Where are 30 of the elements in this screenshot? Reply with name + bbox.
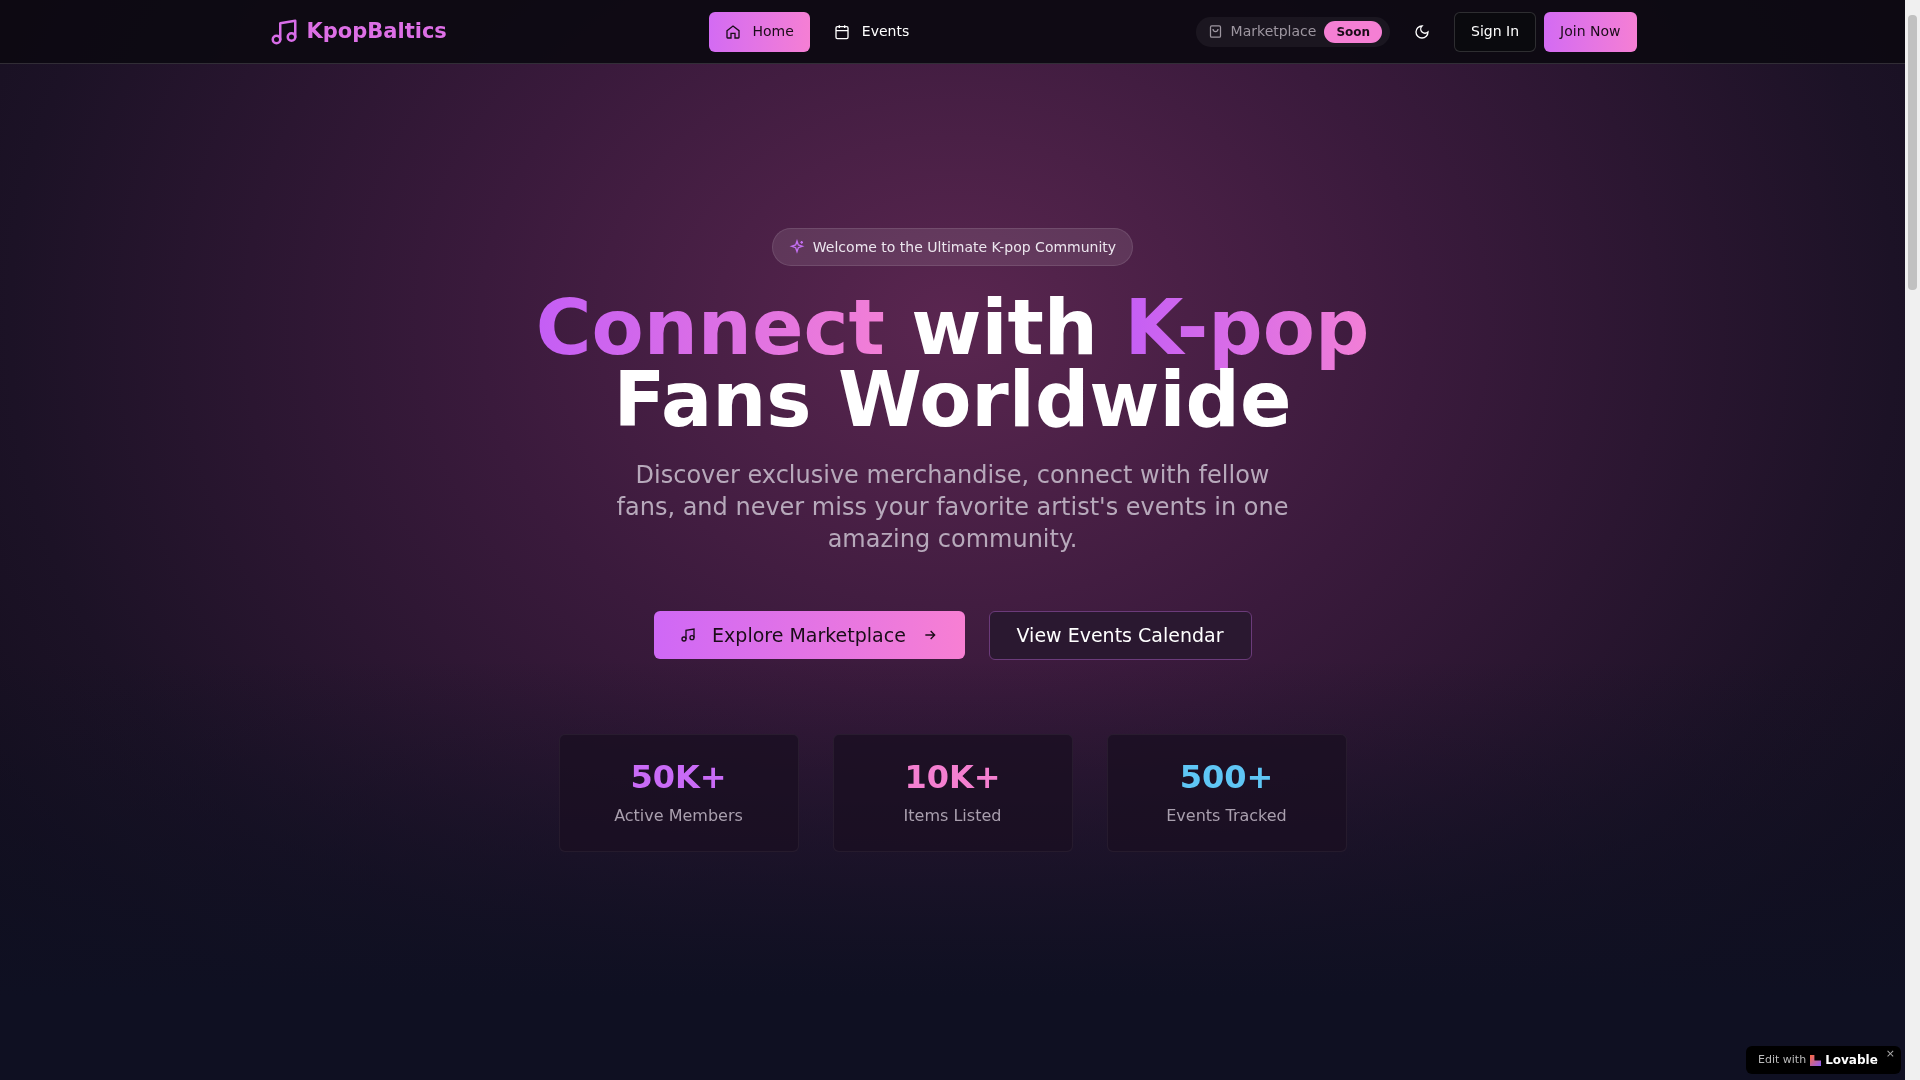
explore-marketplace-button[interactable]: Explore Marketplace bbox=[653, 611, 965, 659]
soon-badge: Soon bbox=[1324, 20, 1383, 43]
edit-with-label: Edit with bbox=[1758, 1051, 1807, 1068]
edit-with-lovable-badge[interactable]: Edit with Lovable × bbox=[1746, 1046, 1901, 1074]
moon-icon bbox=[1414, 23, 1431, 40]
stat-value: 50K+ bbox=[630, 758, 727, 796]
close-button[interactable]: × bbox=[1885, 1046, 1895, 1063]
marketplace-label: Marketplace bbox=[1230, 22, 1317, 41]
stat-value: 10K+ bbox=[904, 758, 1001, 796]
nav-link[interactable]: Events bbox=[817, 11, 926, 52]
brand-name[interactable]: KpopBaltics bbox=[306, 15, 447, 48]
home-icon bbox=[724, 23, 741, 40]
scrollbar-thumb[interactable] bbox=[1908, 15, 1917, 290]
nav-link[interactable]: Home bbox=[708, 11, 810, 52]
hero-heading: Connect with K-pop Fans Worldwide bbox=[535, 292, 1370, 436]
shopping-bag-icon bbox=[1207, 24, 1223, 39]
calendar-icon bbox=[833, 23, 850, 40]
view-events-calendar-button[interactable]: View Events Calendar bbox=[988, 611, 1252, 660]
sparkles-icon bbox=[788, 239, 805, 255]
welcome-text: Welcome to the Ultimate K-pop Community bbox=[812, 237, 1117, 257]
scrollbar[interactable] bbox=[1905, 0, 1920, 1080]
hero-description: Discover exclusive merchandise, connect with fellow fans, and never miss your favorite artist's events in one amazing community. bbox=[615, 460, 1290, 555]
stat-value: 500+ bbox=[1179, 758, 1274, 796]
music-note-icon bbox=[680, 627, 697, 643]
stat-label: Active Members bbox=[614, 805, 743, 827]
stat-label: Events Tracked bbox=[1166, 805, 1287, 827]
join-button[interactable]: Join Now bbox=[1544, 11, 1637, 52]
stat-label: Items Listed bbox=[903, 805, 1002, 827]
lovable-label: Lovable bbox=[1825, 1052, 1878, 1069]
sign-in-button[interactable]: Sign In bbox=[1454, 11, 1537, 52]
